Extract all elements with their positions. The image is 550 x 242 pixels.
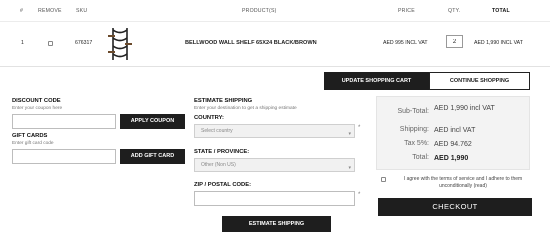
header-qty: QTY.: [448, 8, 461, 14]
checkout-button[interactable]: CHECKOUT: [378, 198, 532, 216]
header-total: TOTAL: [492, 8, 510, 14]
country-required-mark: *: [358, 125, 361, 131]
terms-read-link[interactable]: (read): [474, 183, 487, 189]
estimate-shipping-title: ESTIMATE SHIPPING: [194, 98, 253, 104]
apply-coupon-button[interactable]: APPLY COUPON: [120, 114, 185, 129]
discount-title: DISCOUNT CODE: [12, 98, 61, 104]
coupon-input[interactable]: [12, 114, 116, 129]
estimate-shipping-hint: Enter your destination to get a shipping…: [194, 106, 297, 111]
continue-shopping-button[interactable]: CONTINUE SHOPPING: [429, 72, 530, 90]
add-gift-card-button[interactable]: ADD GIFT CARD: [120, 149, 185, 164]
tax-label: Tax 5%:: [404, 140, 429, 147]
subtotal-label: Sub-Total:: [397, 108, 429, 115]
product-name-link[interactable]: BELLWOOD WALL SHELF 65X24 BLACK/BROWN: [185, 40, 317, 46]
cart-table-header: # REMOVE SKU PRODUCT(S) PRICE QTY. TOTAL: [0, 0, 550, 22]
order-totals-panel: Sub-Total: AED 1,990 incl VAT Shipping: …: [376, 96, 530, 170]
header-products: PRODUCT(S): [242, 8, 277, 14]
update-shopping-cart-button[interactable]: UPDATE SHOPPING CART: [324, 72, 429, 90]
header-remove: REMOVE: [38, 8, 62, 14]
country-label: COUNTRY:: [194, 115, 224, 121]
remove-checkbox[interactable]: [48, 41, 53, 46]
subtotal-value: AED 1,990 incl VAT: [434, 105, 495, 112]
terms-label: I agree with the terms of service and I …: [403, 176, 523, 189]
country-select-value: Select country: [201, 128, 233, 134]
header-sku: SKU: [76, 8, 88, 14]
terms-checkbox[interactable]: [381, 177, 386, 182]
total-label: Total:: [412, 154, 429, 161]
tax-value: AED 94.762: [434, 141, 472, 148]
row-number: 1: [21, 40, 24, 46]
shipping-value: AED incl VAT: [434, 127, 476, 134]
chevron-down-icon: ▾: [348, 165, 351, 171]
state-select[interactable]: Other (Non US) ▾: [194, 158, 355, 172]
quantity-input[interactable]: [446, 35, 463, 48]
terms-text: I agree with the terms of service and I …: [390, 176, 536, 190]
wall-shelf-product-icon[interactable]: [104, 26, 136, 62]
total-value: AED 1,990: [434, 155, 469, 162]
table-row: 1 676317 BELLWOOD WALL SHELF 65X24 BLACK…: [0, 22, 550, 67]
country-select[interactable]: Select country ▾: [194, 124, 355, 138]
state-select-value: Other (Non US): [201, 162, 236, 168]
zip-required-mark: *: [358, 192, 361, 198]
discount-hint: Enter your coupon here: [12, 106, 63, 111]
state-label: STATE / PROVINCE:: [194, 149, 250, 155]
zip-input[interactable]: [194, 191, 355, 206]
header-price: PRICE: [398, 8, 415, 14]
estimate-shipping-button[interactable]: ESTIMATE SHIPPING: [222, 216, 331, 232]
gift-cards-title: GIFT CARDS: [12, 133, 48, 139]
row-sku: 676317: [75, 40, 93, 46]
row-price: AED 995 INCL VAT: [383, 40, 428, 46]
zip-label: ZIP / POSTAL CODE:: [194, 182, 252, 188]
chevron-down-icon: ▾: [348, 131, 351, 137]
shipping-label: Shipping:: [399, 126, 429, 133]
gift-card-input[interactable]: [12, 149, 116, 164]
gift-cards-hint: Enter gift card code: [12, 141, 54, 146]
row-total: AED 1,990 INCL VAT: [474, 40, 523, 46]
header-number: #: [20, 8, 24, 14]
